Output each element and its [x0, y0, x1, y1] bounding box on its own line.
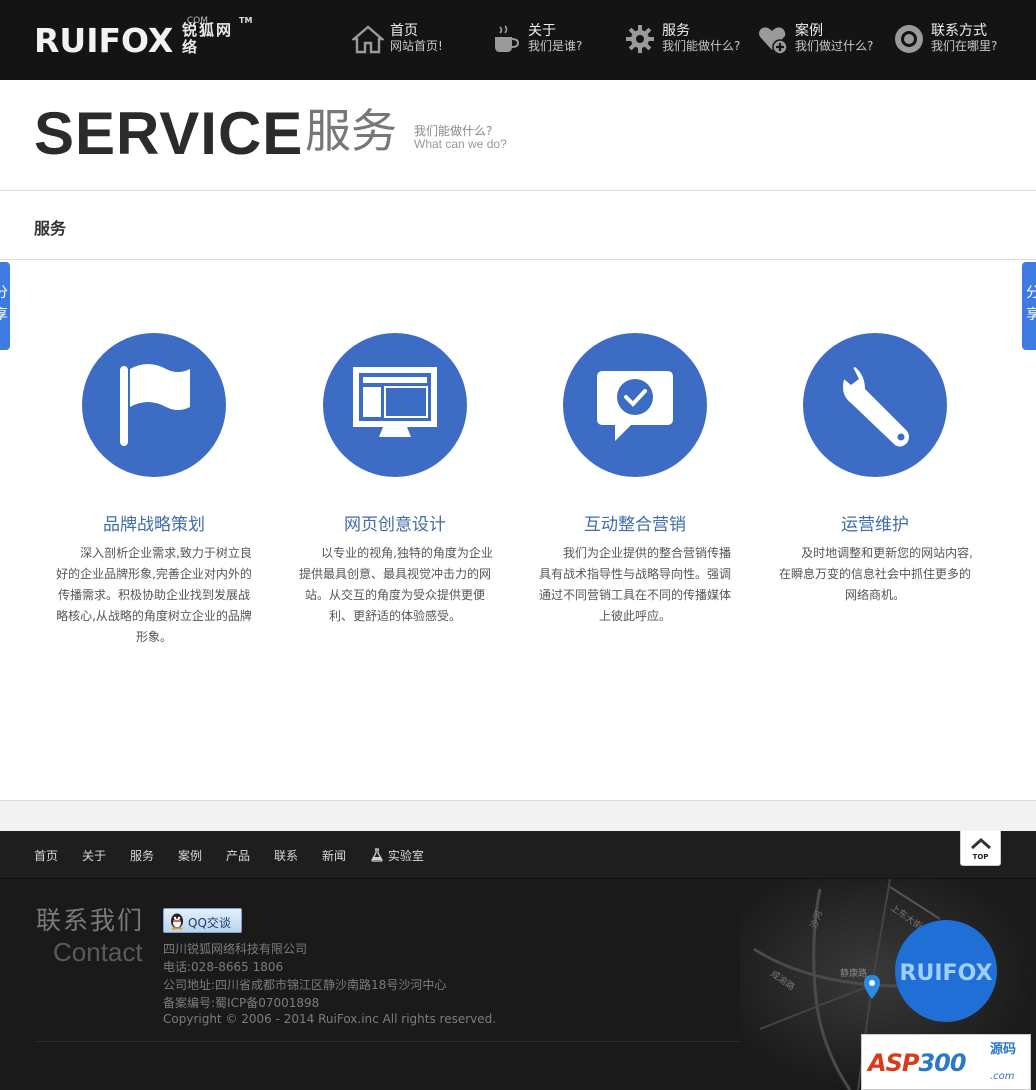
- breadcrumb-current: 服务: [34, 219, 67, 238]
- nav-contact-subtitle: 我们在哪里?: [931, 39, 998, 53]
- qq-chat-button[interactable]: QQ交谈: [163, 908, 242, 933]
- footer-nav-contact[interactable]: 联系: [274, 847, 298, 864]
- service-desc: 及时地调整和更新您的网站内容,在瞬息万变的信息社会中抓住更多的网络商机。: [778, 546, 973, 602]
- footer-nav-service[interactable]: 服务: [130, 847, 154, 864]
- watermark-asp: ASP: [868, 1049, 919, 1077]
- footer-nav-lab-label: 实验室: [387, 849, 424, 863]
- service-icon-circle[interactable]: [82, 333, 226, 477]
- service-icon-circle[interactable]: [563, 333, 707, 477]
- footer-nav-products[interactable]: 产品: [226, 847, 250, 864]
- footer-company: 四川锐狐网络科技有限公司: [163, 942, 308, 956]
- site-logo[interactable]: RUIFOX .COM TM 锐狐网络: [34, 16, 254, 64]
- footer-copyright: Copyright © 2006 - 2014 RuiFox.inc All r…: [163, 1012, 497, 1026]
- home-icon: [352, 25, 384, 54]
- service-desc: 以专业的视角,独特的角度为企业提供最具创意、最具视觉冲击力的网站。从交互的角度为…: [298, 546, 493, 623]
- service-title[interactable]: 互动整合营销: [537, 510, 733, 535]
- footer-phone: 电话:028-8665 1806: [163, 960, 284, 974]
- contact-heading-cn: 联系我们: [36, 906, 145, 935]
- nav-about-subtitle: 我们是谁?: [528, 39, 583, 53]
- watermark-logo: ASP300: [868, 1049, 967, 1077]
- service-desc: 我们为企业提供的整合营销传播具有战术指导性与战略导向性。强调通过不同营销工具在不…: [538, 546, 731, 623]
- heart-plus-icon: [759, 27, 788, 55]
- page-title-en: SERVICE: [34, 100, 304, 167]
- service-title[interactable]: 品牌战略策划: [56, 510, 252, 535]
- service-title[interactable]: 网页创意设计: [297, 510, 493, 535]
- service-icon-circle[interactable]: [803, 333, 947, 477]
- flag-icon: [120, 364, 190, 446]
- footer-nav-about[interactable]: 关于: [82, 847, 106, 864]
- breadcrumb: 服务: [0, 191, 1036, 260]
- nav-home-subtitle: 网站首页!: [390, 39, 443, 53]
- nav-cases-subtitle: 我们做过什么?: [795, 39, 874, 53]
- footer-address: 公司地址:四川省成都市锦江区静沙南路18号沙河中心: [163, 978, 447, 992]
- logo-text: RUIFOX: [34, 21, 174, 60]
- footer-divider-band: [0, 800, 1036, 831]
- site-header: RUIFOX .COM TM 锐狐网络 首页 网站首页! 关于 我们是谁? 服务…: [0, 0, 1036, 80]
- footer-nav: 首页 关于 服务 案例 产品 联系 新闻 实验室: [0, 831, 1036, 879]
- footer-nav-news[interactable]: 新闻: [322, 847, 346, 864]
- flask-icon: [371, 848, 383, 862]
- service-desc: 深入剖析企业需求,致力于树立良好的企业品牌形象,完善企业对内外的传播需求。积极协…: [56, 546, 252, 644]
- page-title-cn: 服务: [305, 104, 397, 158]
- footer-nav-home[interactable]: 首页: [34, 847, 58, 864]
- logo-cn: 锐狐网络: [182, 21, 234, 56]
- watermark-dot: .com: [990, 1071, 1015, 1082]
- chat-check-icon: [597, 371, 673, 441]
- chevron-up-icon: [971, 837, 991, 850]
- service-title[interactable]: 运营维护: [777, 510, 973, 535]
- target-icon: [895, 25, 923, 53]
- footer-nav-lab[interactable]: 实验室: [370, 847, 424, 864]
- back-to-top-label: TOP: [972, 853, 989, 861]
- watermark-num: 300: [918, 1049, 966, 1077]
- wrench-icon: [839, 367, 909, 447]
- map-road-label: 静康路: [840, 967, 867, 979]
- logo-tm: TM: [239, 16, 253, 25]
- page-title-band: SERVICE 服务 我们能做什么? What can we do?: [0, 80, 1036, 191]
- gear-icon: [626, 25, 654, 53]
- footer-icp: 备案编号:蜀ICP备07001898: [163, 996, 320, 1010]
- contact-heading-en: Contact: [53, 937, 143, 967]
- nav-service-subtitle: 我们能做什么?: [662, 39, 741, 53]
- coffee-cup-icon: [495, 25, 520, 52]
- monitor-icon: [353, 367, 437, 437]
- qq-chat-label: QQ交谈: [188, 916, 231, 930]
- footer-nav-cases[interactable]: 案例: [178, 847, 202, 864]
- service-icon-circle[interactable]: [323, 333, 467, 477]
- map-brand-text: RUIFOX: [900, 961, 993, 986]
- asp300-watermark: ASP300 源码 .com: [861, 1034, 1031, 1090]
- back-to-top-button[interactable]: TOP: [960, 831, 1001, 866]
- services-section: 品牌战略策划 深入剖析企业需求,致力于树立良好的企业品牌形象,完善企业对内外的传…: [0, 260, 1036, 800]
- watermark-ym: 源码: [990, 1042, 1017, 1057]
- page-subtitle-en: What can we do?: [414, 137, 507, 151]
- qq-penguin-icon: [171, 913, 183, 930]
